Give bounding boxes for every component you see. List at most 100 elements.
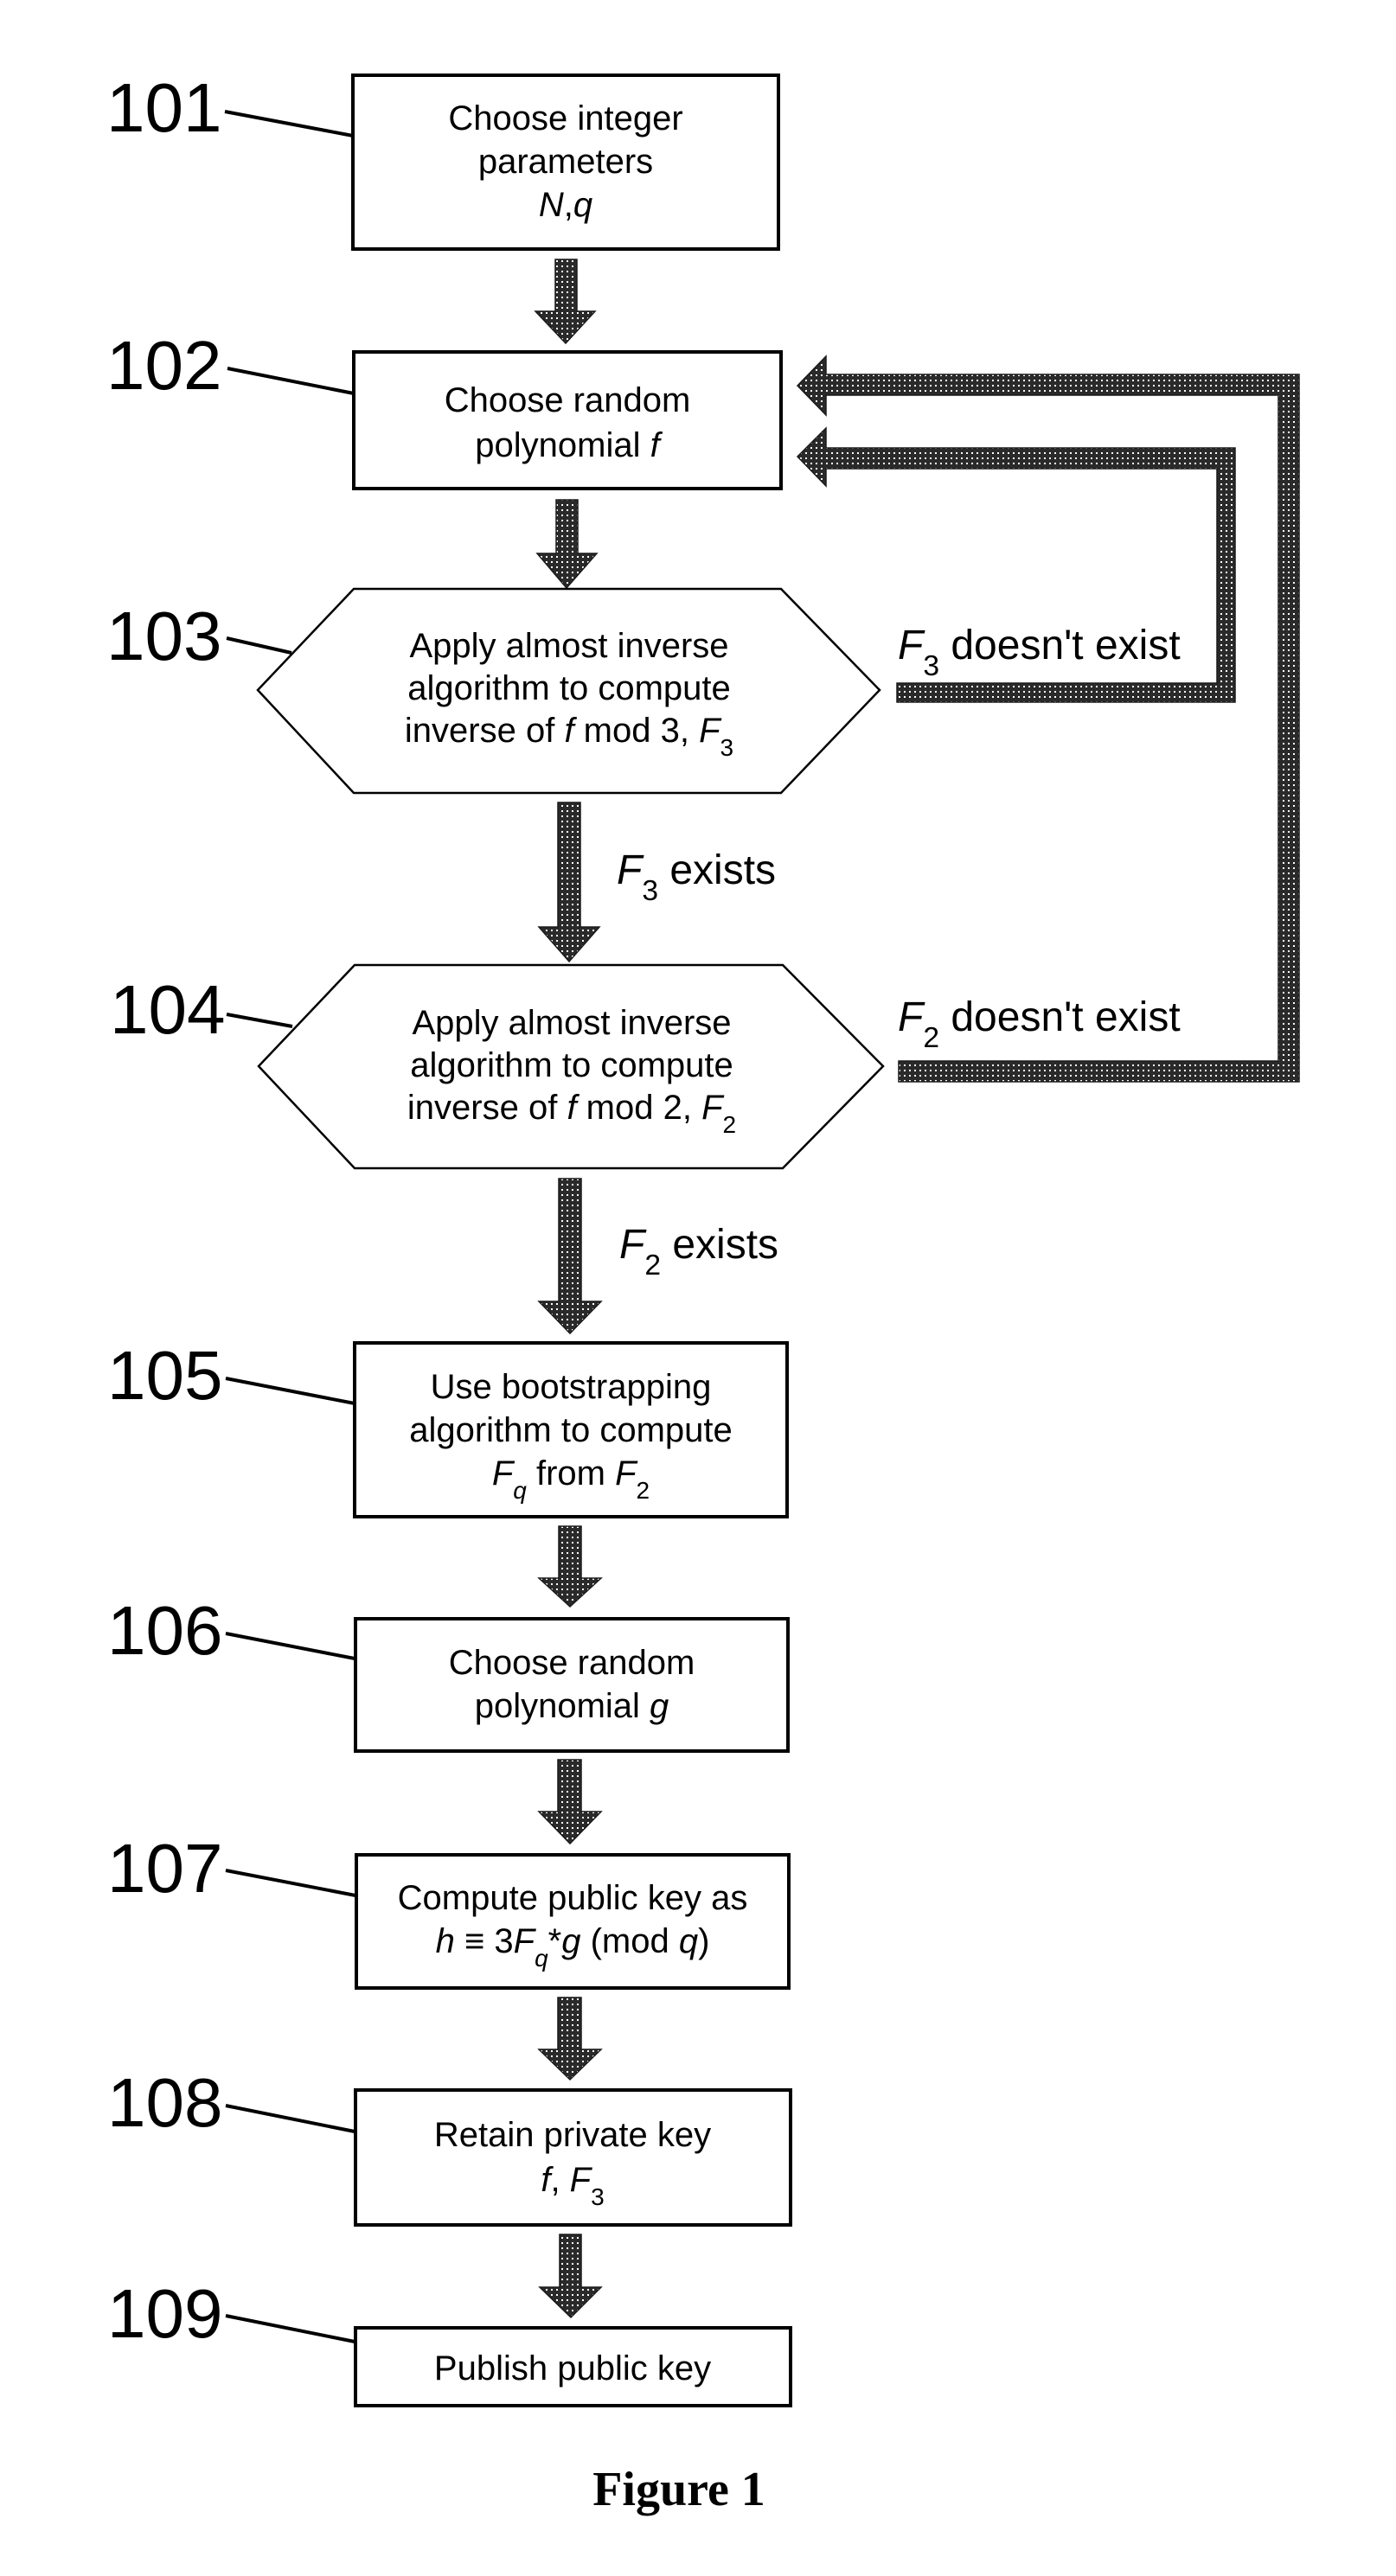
text-line: Choose random — [445, 381, 691, 419]
text-line: polynomial g — [475, 1687, 669, 1725]
italic-text: F — [570, 2161, 593, 2199]
text-segment: Apply almost inverse — [412, 1004, 731, 1042]
down-arrow-102-103 — [535, 499, 599, 590]
text-segment: (mod — [580, 1922, 678, 1960]
text-segment: , — [564, 186, 573, 224]
process-box-106 — [354, 1617, 790, 1753]
subscript-text: q — [535, 1945, 548, 1972]
down-arrow-101-102 — [534, 259, 597, 345]
condition-f2-not-exist: F2 doesn't exist — [898, 994, 1181, 1054]
text-segment: doesn't exist — [939, 623, 1181, 668]
subscript-text: 2 — [644, 1250, 661, 1282]
text-segment: inverse of — [405, 712, 565, 750]
text-line: Choose integer — [448, 99, 682, 137]
text-segment: polynomial — [475, 1687, 650, 1725]
leader-line-109 — [225, 2314, 355, 2343]
text-segment: , — [550, 2161, 569, 2199]
flowchart-figure: 101 Choose integer parameters N,q 102 Choo… — [106, 69, 1300, 2516]
text-line: parameters — [478, 143, 653, 181]
figure-caption: Figure 1 — [592, 2463, 765, 2516]
step-106: 106 Choose random polynomial g — [107, 1592, 790, 1753]
italic-text: g — [561, 1922, 580, 1960]
ref-label-105: 105 — [107, 1337, 222, 1414]
step-108: 108 Retain private key f, F3 — [107, 2064, 792, 2227]
text-segment: mod 3, — [574, 712, 700, 750]
italic-text: F — [617, 847, 644, 893]
ref-label-104: 104 — [110, 971, 225, 1048]
italic-text: F — [615, 1454, 638, 1493]
text-line: algorithm to compute — [410, 1046, 733, 1084]
leader-line-102 — [227, 367, 355, 395]
leader-line-108 — [225, 2104, 355, 2133]
step-text-107: Compute public key as h ≡ 3Fq*g (mod q) — [398, 1879, 748, 1972]
text-segment: from — [527, 1454, 615, 1493]
condition-f3-exists: F3 exists — [617, 847, 776, 907]
text-segment: * — [548, 1922, 562, 1960]
leader-line-101 — [224, 110, 354, 137]
step-text-103: Apply almost inverse algorithm to compute… — [405, 627, 733, 761]
process-box-108 — [354, 2088, 792, 2227]
leader-line-107 — [225, 1869, 356, 1897]
ref-label-101: 101 — [106, 69, 221, 146]
text-line: Compute public key as — [398, 1879, 748, 1917]
leader-line-105 — [225, 1377, 355, 1405]
italic-text: F — [619, 1222, 647, 1268]
ref-label-107: 107 — [107, 1830, 222, 1907]
down-arrow-104-105 — [537, 1178, 603, 1335]
text-line: polynomial f — [475, 426, 663, 464]
ref-label-102: 102 — [106, 327, 221, 404]
text-segment: Use bootstrapping — [431, 1368, 712, 1406]
italic-text: q — [573, 186, 592, 224]
text-segment: Choose random — [449, 1644, 695, 1682]
condition-f3-not-exist: F3 doesn't exist — [898, 623, 1181, 682]
text-segment: algorithm to compute — [410, 1046, 733, 1084]
text-line: algorithm to compute — [409, 1411, 733, 1449]
step-109: 109 Publish public key — [107, 2275, 792, 2407]
italic-text: F — [701, 1089, 725, 1127]
text-segment: Compute public key as — [398, 1879, 748, 1917]
subscript-text: 2 — [723, 1111, 737, 1138]
down-arrow-107-108 — [537, 1997, 603, 2081]
down-arrow-103-104 — [537, 802, 601, 963]
italic-text: F — [514, 1922, 537, 1960]
text-segment: ≡ 3 — [455, 1922, 514, 1960]
step-text-104: Apply almost inverse algorithm to compute… — [407, 1004, 736, 1138]
subscript-text: 3 — [591, 2183, 605, 2210]
text-segment: polynomial — [475, 426, 650, 464]
text-segment: doesn't exist — [939, 994, 1181, 1040]
italic-text: N — [539, 186, 564, 224]
italic-text: g — [650, 1687, 669, 1725]
ref-label-109: 109 — [107, 2275, 222, 2352]
text-line: Use bootstrapping — [431, 1368, 712, 1406]
text-line: Publish public key — [434, 2349, 711, 2387]
process-box-102 — [352, 350, 783, 490]
step-105: 105 Use bootstrapping algorithm to comput… — [107, 1337, 789, 1518]
subscript-text: 2 — [637, 1477, 650, 1504]
ref-label-106: 106 — [107, 1592, 222, 1669]
subscript-text: q — [513, 1477, 527, 1504]
leader-line-103 — [226, 636, 292, 655]
leader-line-106 — [225, 1632, 355, 1660]
italic-text: h — [436, 1922, 455, 1960]
italic-text: F — [699, 712, 722, 750]
text-segment: Apply almost inverse — [409, 627, 728, 665]
text-segment: Choose integer — [448, 99, 682, 137]
text-line: Apply almost inverse — [409, 627, 728, 665]
text-line: Retain private key — [434, 2116, 711, 2154]
text-segment: parameters — [478, 143, 653, 181]
text-segment: ) — [698, 1922, 709, 1960]
text-segment: inverse of — [407, 1089, 567, 1127]
subscript-text: 3 — [642, 875, 658, 907]
leader-line-104 — [226, 1013, 293, 1028]
text-line: Choose random — [449, 1644, 695, 1682]
step-104: 104 Apply almost inverse algorithm to com… — [110, 963, 885, 1170]
text-line: N,q — [539, 186, 592, 224]
step-101: 101 Choose integer parameters N,q — [106, 69, 780, 251]
down-arrow-108-109 — [538, 2234, 603, 2319]
ref-label-108: 108 — [107, 2064, 222, 2141]
subscript-text: 3 — [720, 734, 734, 761]
text-segment: Retain private key — [434, 2116, 711, 2154]
subscript-text: 3 — [923, 650, 939, 682]
step-text-109: Publish public key — [434, 2349, 711, 2387]
text-segment: Choose random — [445, 381, 691, 419]
